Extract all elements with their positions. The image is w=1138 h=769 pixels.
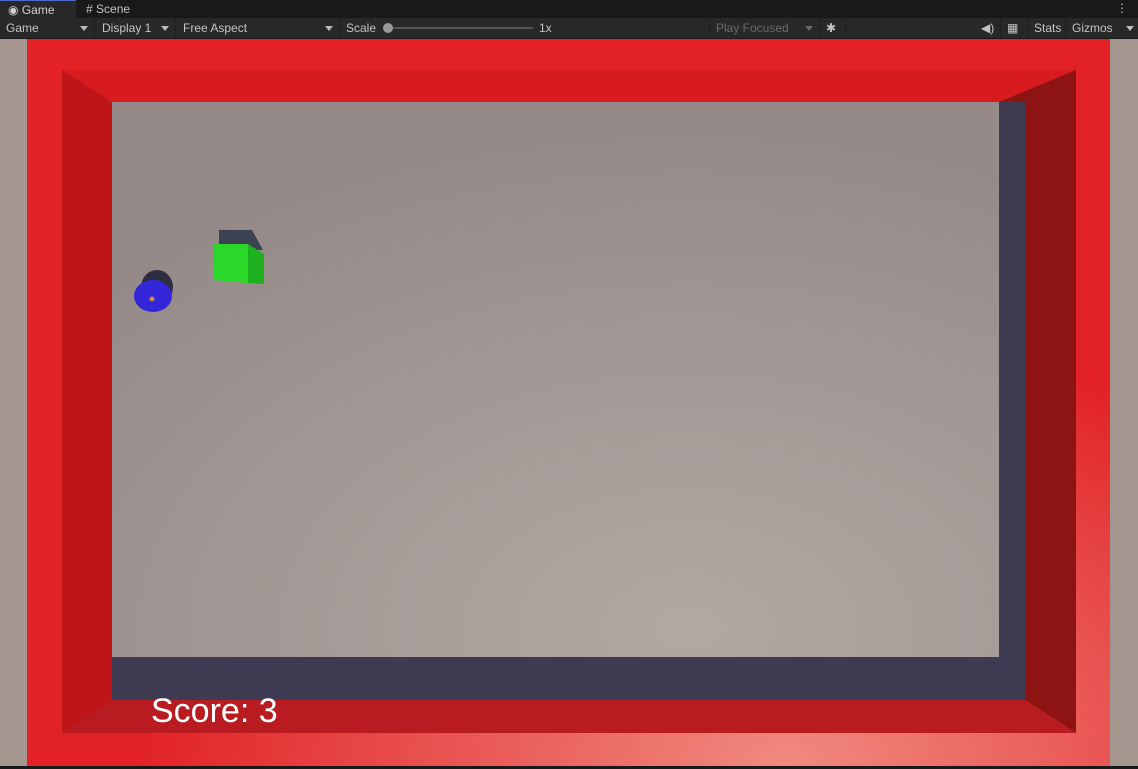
tab-game[interactable]: ◉ Game (0, 0, 76, 18)
player-ball-highlight (149, 296, 155, 302)
floor (112, 102, 999, 657)
display-dropdown[interactable]: Display 1 (96, 18, 176, 38)
tab-bar: ◉ Game # Scene ⋮ (0, 0, 1138, 18)
left-wall (62, 70, 112, 733)
player-ball (134, 280, 172, 312)
aspect-dropdown[interactable]: Free Aspect (177, 18, 340, 38)
game-toolbar: Game Display 1 Free Aspect Scale 1x Play… (0, 18, 1138, 39)
scale-control: Scale 1x (340, 18, 710, 38)
gamepad-icon: ◉ (8, 3, 19, 17)
play-mode-dropdown[interactable]: Play Focused (710, 18, 820, 38)
view-mode-dropdown[interactable]: Game (0, 18, 95, 38)
tab-scene[interactable]: # Scene (78, 0, 148, 18)
scale-slider-thumb[interactable] (383, 23, 393, 33)
game-scene (0, 39, 1138, 766)
keyboard-icon[interactable]: ▦ (1001, 18, 1028, 38)
scale-slider[interactable] (388, 27, 533, 29)
top-wall (62, 70, 1076, 102)
gizmos-dropdown[interactable]: Gizmos (1066, 18, 1138, 38)
pickup-cube-front (213, 244, 248, 283)
score-label: Score: 3 (151, 692, 278, 730)
audio-mute-icon[interactable]: ◀) (975, 18, 1001, 38)
more-vertical-icon[interactable]: ⋮ (1116, 1, 1128, 15)
game-viewport[interactable]: Score: 3 (0, 39, 1138, 766)
grid-hash-icon: # (86, 2, 93, 16)
bug-icon[interactable]: ✱ (820, 18, 846, 38)
stats-button[interactable]: Stats (1028, 18, 1066, 38)
